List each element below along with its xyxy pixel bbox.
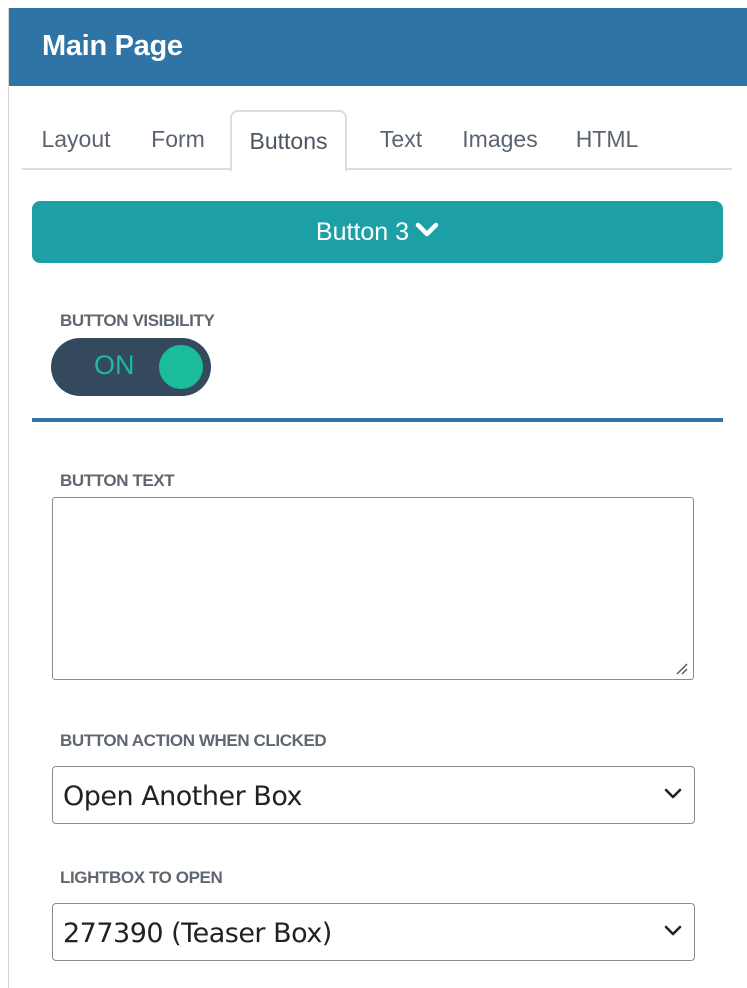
lightbox-label: LIGHTBOX TO OPEN [60,868,223,887]
lightbox-select[interactable]: 277390 (Teaser Box) [52,903,695,961]
button-action-select[interactable]: Open Another Box [52,766,695,824]
tab-images[interactable]: Images [458,110,542,170]
button-visibility-label: BUTTON VISIBILITY [60,311,215,330]
tab-buttons[interactable]: Buttons [230,110,347,172]
toggle-knob [159,345,203,389]
lightbox-value: 277390 (Teaser Box) [63,918,332,949]
section-divider [32,418,723,422]
tab-layout[interactable]: Layout [38,110,114,170]
button-text-field[interactable] [52,497,694,680]
button-selector-label: Button 3 [315,218,410,246]
button-action-label: BUTTON ACTION WHEN CLICKED [60,731,327,750]
chevron-down-icon [664,924,682,943]
toggle-state-text: ON [94,350,135,380]
button-selector[interactable]: Button 3 [32,201,723,263]
page-title: Main Page [42,30,183,62]
tab-bar: Layout Form Buttons Text Images HTML [22,110,732,172]
tab-form[interactable]: Form [148,110,208,170]
button-text-label: BUTTON TEXT [60,471,175,490]
tab-html[interactable]: HTML [572,110,642,170]
chevron-down-icon [664,787,682,806]
resize-handle-icon[interactable] [673,660,689,676]
visibility-toggle[interactable]: ON [51,338,211,396]
panel-header: Main Page [9,8,747,86]
button-action-value: Open Another Box [63,781,302,812]
chevron-down-icon [415,200,439,262]
tab-text[interactable]: Text [372,110,430,170]
